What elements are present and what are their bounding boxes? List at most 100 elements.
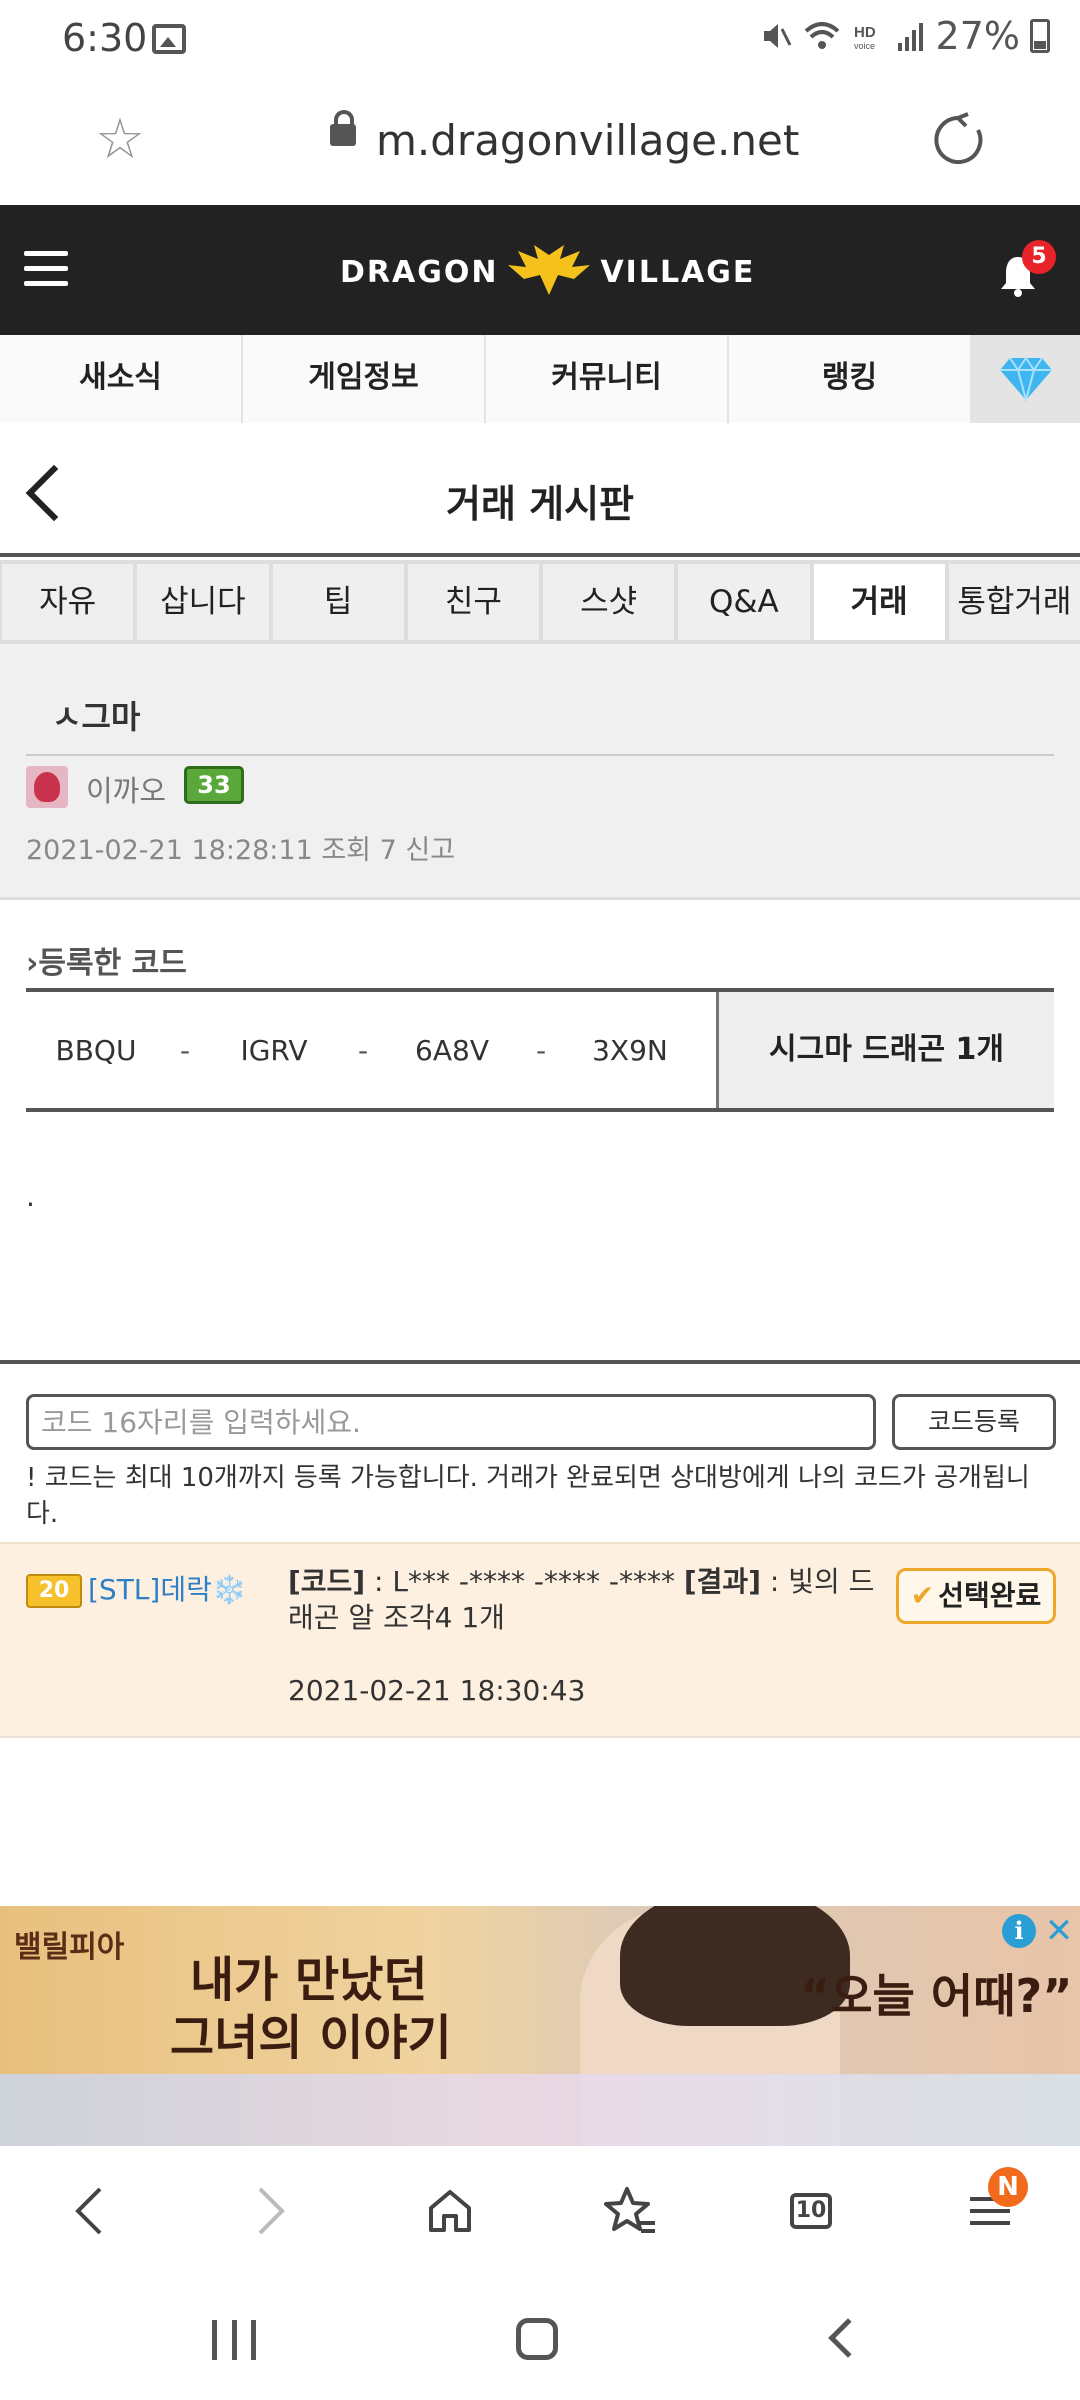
ad-info-icon[interactable]: i [1002,1914,1036,1948]
gallery-icon [152,24,186,54]
browser-bookmarks-button[interactable] [590,2171,670,2251]
tab-trade[interactable]: 거래 [813,564,945,640]
tab-tips[interactable]: 팁 [272,564,404,640]
tab-friends[interactable]: 친구 [407,564,539,640]
code-reward: 시그마 드래곤 1개 [716,992,1054,1108]
tabs-count: 10 [790,2193,832,2229]
recent-apps-icon[interactable] [212,2320,256,2360]
wifi-icon [804,22,839,49]
code-separator: - [179,1033,191,1067]
ad-background-strip [0,2074,1080,2146]
diamond-icon [1000,356,1052,402]
comment-time: 2021-02-21 18:30:43 [288,1674,586,1707]
commenter-name[interactable]: [STL]데락❄️ [88,1568,247,1608]
site-header: DRAGON VILLAGE [0,205,1080,335]
post-header: ㅅ그마 이까오 33 2021-02-21 18:28:11 조회 7 신고 [0,644,1080,900]
status-bar: 6:30 HD voice 27% [0,0,1080,80]
tab-integrated-trade[interactable]: 통합거래 [948,564,1080,640]
comment-text: [코드] : L*** -**** -**** -**** [결과] : 빛의 … [288,1564,888,1636]
browser-back-button[interactable] [50,2171,130,2251]
code-input[interactable] [26,1394,876,1450]
tab-buy[interactable]: 삽니다 [137,564,269,640]
code-part-3: 6A8V [415,1033,489,1067]
menu-new-badge: N [988,2167,1028,2207]
code-label: [코드] [288,1565,366,1598]
url-text[interactable]: m.dragonvillage.net [376,116,799,165]
hamburger-menu-icon[interactable] [24,251,68,287]
board-title: 거래 게시판 [445,482,635,526]
status-time: 6:30 [62,16,148,60]
nav-gem-button[interactable] [972,335,1080,423]
ad-close-icon[interactable]: ✕ [1042,1914,1076,1948]
post-title: ㅅ그마 [52,698,141,736]
battery-percent: 27% [935,14,1020,58]
chevron-right-icon [258,2187,285,2235]
system-home-icon[interactable] [516,2318,558,2360]
browser-tabs-button[interactable]: 10 [770,2171,850,2251]
bookmarks-star-icon [604,2187,655,2233]
post-meta: 2021-02-21 18:28:11 조회 7 신고 [26,835,456,866]
notification-count-badge: 5 [1022,240,1056,274]
code-part-2: IGRV [240,1033,308,1067]
browser-forward-button[interactable] [230,2171,310,2251]
dragon-wing-icon [508,245,591,295]
checkmark-icon: ✔ [910,1579,935,1612]
code-comment: 20 [STL]데락❄️ [코드] : L*** -**** -**** -**… [0,1542,1080,1738]
divider [26,754,1054,756]
select-complete-label: 선택완료 [938,1579,1042,1612]
tab-free[interactable]: 자유 [2,564,134,640]
bookmark-star-icon[interactable]: ☆ [88,108,152,172]
commenter-level-badge: 20 [26,1574,82,1608]
battery-icon [1030,19,1050,53]
code-parts: BBQU - IGRV - 6A8V - 3X9N [26,992,716,1108]
logo-text-left: DRAGON [340,254,499,290]
code-separator: - [535,1033,547,1067]
chevron-left-icon [75,2187,102,2235]
browser-menu-button[interactable]: N [950,2167,1030,2251]
status-icons: HD voice 27% [758,14,1050,58]
svg-text:voice: voice [854,41,875,51]
nav-news[interactable]: 새소식 [0,335,243,423]
board-title-bar: 거래 게시판 [0,425,1080,557]
result-label: [결과] [683,1565,761,1598]
code-section-label-text: 등록한 코드 [38,946,187,981]
ad-headline-3: “오늘 어때?” [800,1969,1073,2023]
tab-screenshots[interactable]: 스샷 [543,564,675,640]
home-icon [429,2190,471,2232]
code-notice: ! 코드는 최대 10개까지 등록 가능합니다. 거래가 완료되면 상대방에게 … [26,1463,1030,1529]
dragon-village-logo[interactable]: DRAGON VILLAGE [340,245,755,299]
nav-community[interactable]: 커뮤니티 [486,335,729,423]
code-input-area: 코드등록 ! 코드는 최대 10개까지 등록 가능합니다. 거래가 완료되면 상… [0,1360,1080,1540]
code-section-label: ›등록한 코드 [26,938,187,982]
logo-text-right: VILLAGE [600,254,756,290]
reload-icon[interactable] [928,110,988,170]
signal-icon [897,23,923,51]
code-part-1: BBQU [55,1033,137,1067]
browser-home-button[interactable] [410,2171,490,2251]
author-avatar[interactable] [26,766,68,808]
author-name[interactable]: 이까오 [86,768,166,810]
nav-game-info[interactable]: 게임정보 [243,335,486,423]
ad-headline-2: 그녀의 이야기 [170,2010,452,2066]
hd-voice-icon: HDvoice [854,24,876,51]
board-sub-tabs: 자유 삽니다 팁 친구 스샷 Q&A 거래 통합거래 [0,560,1080,644]
code-separator: - [357,1033,369,1067]
system-back-icon[interactable] [828,2318,868,2358]
main-nav: 새소식 게임정보 커뮤니티 랭킹 [0,335,1080,423]
select-complete-button[interactable]: ✔ 선택완료 [896,1568,1056,1624]
chevron-right-icon: › [26,946,39,981]
post-body: . [26,1180,35,1213]
system-nav-bar [0,2276,1080,2400]
code-value: : L*** -**** -**** -**** [365,1565,684,1598]
ad-banner[interactable]: 밸릴피아 내가 만났던 그녀의 이야기 “오늘 어때?” i ✕ [0,1906,1080,2146]
ad-brand: 밸릴피아 [14,1930,125,1965]
browser-bottom-toolbar: 10 N [0,2146,1080,2276]
svg-text:HD: HD [854,24,876,41]
browser-url-bar: ☆ m.dragonvillage.net [0,80,1080,205]
tab-qna[interactable]: Q&A [678,564,810,640]
lock-icon [330,110,356,146]
nav-ranking[interactable]: 랭킹 [729,335,972,423]
registered-code-box: BBQU - IGRV - 6A8V - 3X9N 시그마 드래곤 1개 [26,988,1054,1112]
register-code-button[interactable]: 코드등록 [892,1394,1056,1450]
author-level-badge: 33 [184,766,244,804]
